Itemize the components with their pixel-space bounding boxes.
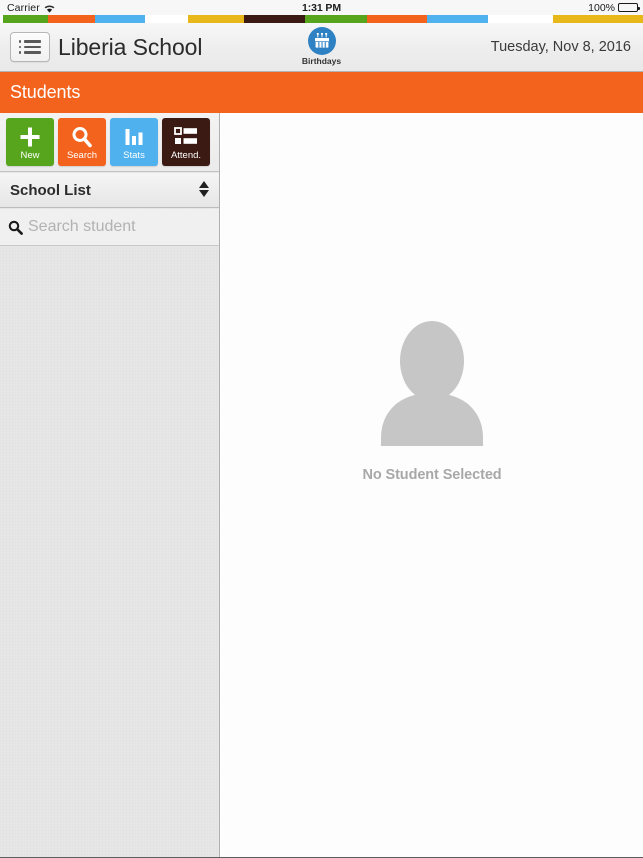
student-list[interactable] [0, 247, 219, 858]
search-row[interactable] [0, 209, 235, 246]
hamburger-list-icon [18, 40, 42, 43]
navigation-bar: Liberia School Birthdays Tuesday, Nov 8,… [0, 23, 643, 72]
sidebar-toolbar: New Search Stats Attend. [0, 113, 219, 172]
sort-up-down-icon[interactable] [199, 181, 209, 197]
stripe-segment-5 [188, 15, 244, 23]
stripe-segment-9 [427, 15, 488, 23]
status-bar-right: 100% [588, 1, 640, 14]
menu-button[interactable] [10, 32, 50, 62]
empty-state: No Student Selected [362, 318, 502, 483]
battery-percent-label: 100% [588, 1, 615, 14]
magnifier-icon [70, 125, 94, 149]
stripe-segment-1 [3, 15, 48, 23]
checklist-icon [174, 125, 198, 149]
detail-panel: No Student Selected [221, 113, 643, 858]
search-input[interactable] [28, 218, 235, 236]
stripe-segment-7 [305, 15, 367, 23]
birthdays-button[interactable]: Birthdays [286, 27, 358, 66]
school-list-header[interactable]: School List [0, 173, 219, 208]
person-placeholder-icon [373, 318, 491, 451]
school-list-label: School List [10, 181, 91, 199]
color-stripe-bar [0, 15, 643, 23]
app-root: Carrier 1:31 PM 100% Liberia School Birt… [0, 0, 643, 858]
stripe-segment-6 [244, 15, 305, 23]
page-title: Liberia School [58, 34, 203, 60]
section-header: Students [0, 72, 643, 113]
battery-icon [618, 3, 640, 12]
toolbar-button-stats[interactable]: Stats [110, 118, 158, 166]
toolbar-button-label: Search [66, 150, 98, 161]
status-bar-time: 1:31 PM [302, 1, 341, 14]
toolbar-button-search[interactable]: Search [58, 118, 106, 166]
toolbar-button-attend[interactable]: Attend. [162, 118, 210, 166]
bar-chart-icon [122, 125, 146, 149]
plus-icon [18, 125, 42, 149]
section-title: Students [10, 82, 81, 102]
current-date-label: Tuesday, Nov 8, 2016 [490, 39, 631, 55]
stripe-segment-2 [48, 15, 95, 23]
stripe-segment-11 [553, 15, 643, 23]
stripe-segment-4 [145, 15, 188, 23]
stripe-segment-3 [95, 15, 145, 23]
toolbar-button-label: New [20, 150, 40, 161]
toolbar-button-new[interactable]: New [6, 118, 54, 166]
toolbar-button-label: Stats [123, 150, 145, 161]
birthdays-label: Birthdays [301, 56, 342, 66]
status-bar: Carrier 1:31 PM 100% [0, 0, 643, 15]
birthday-cake-icon [307, 27, 336, 55]
stripe-segment-10 [488, 15, 553, 23]
sidebar: New Search Stats Attend. School List [0, 113, 235, 858]
empty-state-label: No Student Selected [362, 467, 502, 483]
stripe-segment-8 [367, 15, 427, 23]
toolbar-button-label: Attend. [170, 150, 202, 161]
search-icon [8, 220, 23, 235]
